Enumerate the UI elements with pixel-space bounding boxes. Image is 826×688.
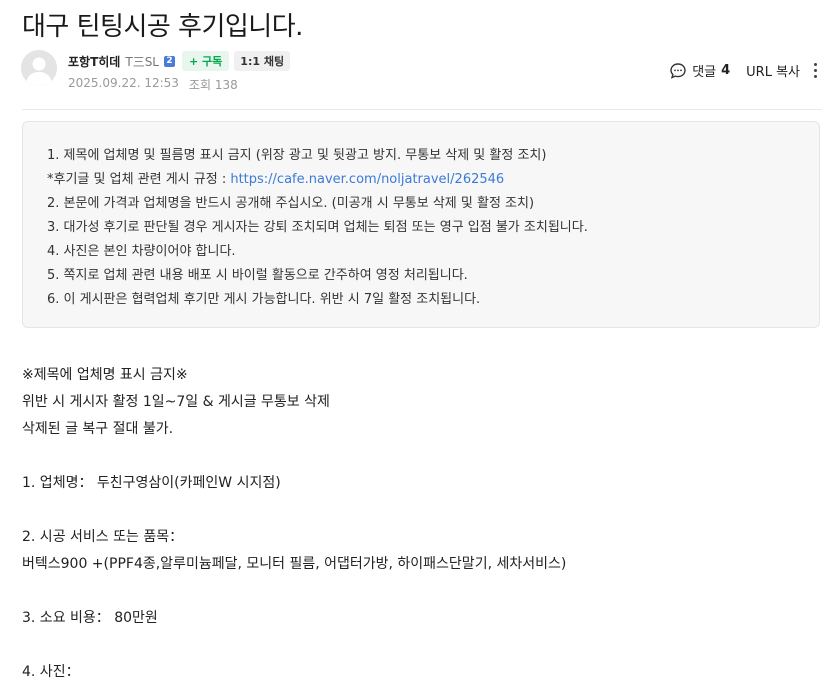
content-line: ※제목에 업체명 표시 금지※ xyxy=(22,367,188,383)
post-actions: 댓글 4 URL 복사 xyxy=(669,61,818,80)
avatar[interactable] xyxy=(21,50,57,86)
member-level-icon: 2 xyxy=(164,55,175,67)
chat-button[interactable]: 1:1 채팅 xyxy=(234,51,291,71)
comment-icon xyxy=(670,62,686,79)
post-date: 2025.09.22. 12:53 xyxy=(68,76,179,90)
notice-line: 3. 대가성 후기로 판단될 경우 게시자는 강퇴 조치되며 업체는 퇴점 또는… xyxy=(47,220,588,235)
post-meta: 2025.09.22. 12:53 조회 138 xyxy=(68,76,238,93)
notice-line: *후기글 및 업체 관련 게시 규정 : https://cafe.naver.… xyxy=(47,168,795,192)
content-line: 삭제된 글 복구 절대 불가. xyxy=(22,421,174,437)
content-line: 1. 업체명： 두친구영삼이(카페인W 시지점) xyxy=(22,475,281,491)
default-profile-icon xyxy=(21,50,57,86)
more-options-icon[interactable] xyxy=(812,63,818,78)
post-content: ※제목에 업체명 표시 금지※ 위반 시 게시자 활정 1일~7일 & 게시글 … xyxy=(22,364,812,688)
subscribe-button[interactable]: + 구독 xyxy=(182,51,230,71)
comment-label: 댓글 xyxy=(692,65,717,80)
notice-line: 1. 제목에 업체명 및 필름명 표시 금지 (위장 광고 및 뒷광고 방지. … xyxy=(47,148,547,163)
author-info: 포항T히데 T三SL 2 + 구독 1:1 채팅 xyxy=(68,51,291,71)
view-count: 조회 138 xyxy=(188,78,238,92)
content-line: 버텍스900 +(PPF4종,알루미늄페달, 모니터 필름, 어댑터가방, 하이… xyxy=(22,556,567,572)
content-line: 위반 시 게시자 활정 1일~7일 & 게시글 무통보 삭제 xyxy=(22,394,330,410)
notice-rule-prefix: *후기글 및 업체 관련 게시 규정 : xyxy=(47,172,231,187)
comment-button[interactable]: 댓글 4 xyxy=(669,61,730,80)
notice-line: 4. 사진은 본인 차량이어야 합니다. xyxy=(47,244,236,259)
author-name[interactable]: 포항T히데 xyxy=(68,53,120,70)
content-line: 2. 시공 서비스 또는 품목： xyxy=(22,529,184,545)
rule-link[interactable]: https://cafe.naver.com/noljatravel/26254… xyxy=(230,172,504,187)
notice-line: 5. 쪽지로 업체 관련 내용 배포 시 바이럴 활동으로 간주하여 영정 처리… xyxy=(47,268,468,283)
notice-box: 1. 제목에 업체명 및 필름명 표시 금지 (위장 광고 및 뒷광고 방지. … xyxy=(22,121,820,328)
comment-count: 4 xyxy=(721,63,731,78)
notice-line: 2. 본문에 가격과 업체명을 반드시 공개해 주십시오. (미공개 시 무통보… xyxy=(47,196,535,211)
author-grade: T三SL xyxy=(125,54,159,69)
content-line: 4. 사진： xyxy=(22,664,80,680)
header-divider xyxy=(22,109,822,110)
post-title: 대구 틴팅시공 후기입니다. xyxy=(22,12,303,42)
content-line: 3. 소요 비용： 80만원 xyxy=(22,610,158,626)
url-copy-button[interactable]: URL 복사 xyxy=(746,61,800,80)
notice-line: 6. 이 게시판은 협력업체 후기만 게시 가능합니다. 위반 시 7일 활정 … xyxy=(47,292,481,307)
